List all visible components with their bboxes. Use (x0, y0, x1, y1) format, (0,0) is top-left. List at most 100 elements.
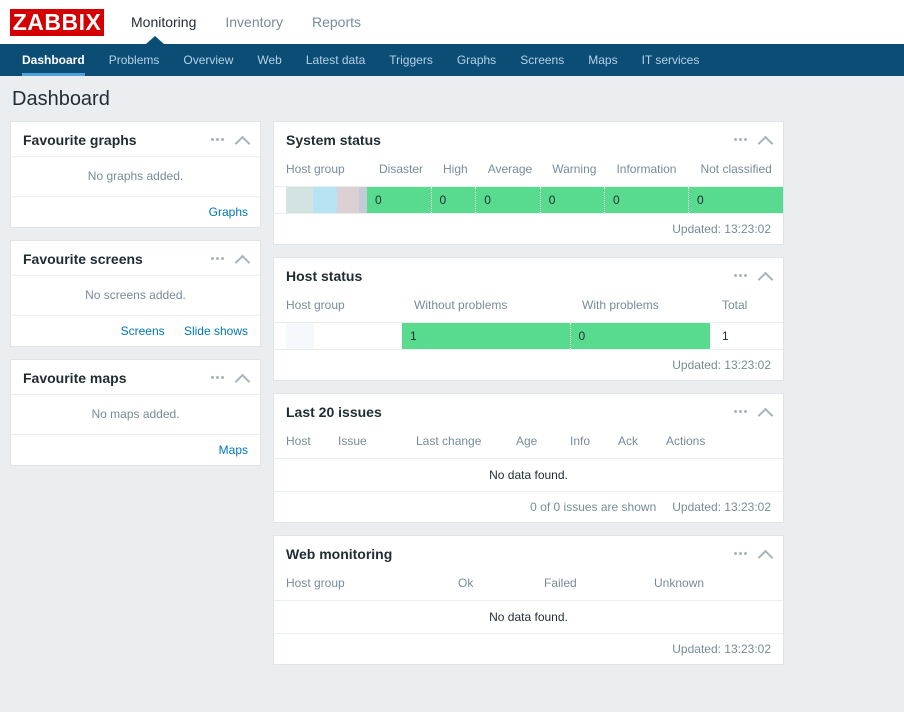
widget-footer: Updated: 13:23:02 (274, 213, 783, 244)
table-header-row: Host group Ok Failed Unknown (274, 570, 783, 601)
col-high[interactable]: High (431, 156, 476, 187)
widget-footer: Updated: 13:23:02 (274, 349, 783, 380)
col-issue[interactable]: Issue (326, 428, 404, 459)
col-ack[interactable]: Ack (606, 428, 654, 459)
chevron-up-icon[interactable] (759, 135, 773, 145)
top-bar: ZABBIX Monitoring Inventory Reports (0, 0, 904, 44)
cell-total[interactable]: 1 (710, 322, 783, 349)
chevron-up-icon[interactable] (759, 549, 773, 559)
link-screens[interactable]: Screens (121, 324, 165, 338)
col-average[interactable]: Average (476, 156, 540, 187)
cell-high[interactable]: 0 (431, 186, 477, 213)
cell-information[interactable]: 0 (604, 186, 689, 213)
widget-body: No screens added. (11, 275, 260, 315)
widget-title: Favourite maps (23, 369, 127, 386)
cell-disaster[interactable]: 0 (367, 186, 432, 213)
chevron-up-icon[interactable] (236, 135, 250, 145)
widget-controls (734, 407, 773, 417)
col-information[interactable]: Information (604, 156, 688, 187)
dashboard-content: Favourite graphs No graphs added. Graphs… (0, 121, 904, 677)
more-options-icon[interactable] (734, 407, 747, 416)
col-host-group[interactable]: Host group (274, 570, 446, 601)
tab-web[interactable]: Web (245, 44, 293, 76)
widget-title: Favourite graphs (23, 131, 137, 148)
col-host-group[interactable]: Host group (274, 156, 367, 187)
chevron-up-icon[interactable] (236, 254, 250, 264)
widget-controls (734, 135, 773, 145)
col-total[interactable]: Total (710, 292, 783, 323)
chevron-up-icon[interactable] (236, 373, 250, 383)
tab-it-services[interactable]: IT services (630, 44, 712, 76)
widget-last-issues: Last 20 issues Host Issue Last change Ag… (273, 393, 784, 523)
widget-controls (211, 373, 250, 383)
col-unknown[interactable]: Unknown (642, 570, 783, 601)
last-issues-table: Host Issue Last change Age Info Ack Acti… (274, 428, 783, 491)
tab-triggers[interactable]: Triggers (377, 44, 445, 76)
tab-problems[interactable]: Problems (97, 44, 172, 76)
nav-item-monitoring[interactable]: Monitoring (131, 14, 196, 30)
col-age[interactable]: Age (504, 428, 558, 459)
right-column: System status Host group Disaster High A… (273, 121, 784, 677)
more-options-icon[interactable] (734, 135, 747, 144)
host-status-table: Host group Without problems With problem… (274, 292, 783, 349)
widget-header: Host status (274, 258, 783, 292)
chevron-up-icon[interactable] (759, 407, 773, 417)
col-with-problems[interactable]: With problems (570, 292, 710, 323)
table-header-row: Host Issue Last change Age Info Ack Acti… (274, 428, 783, 459)
col-info[interactable]: Info (558, 428, 606, 459)
table-row-empty: No data found. (274, 600, 783, 633)
nav-item-reports[interactable]: Reports (312, 14, 361, 30)
cell-without-problems[interactable]: 1 (402, 322, 571, 349)
link-maps[interactable]: Maps (219, 443, 248, 457)
col-failed[interactable]: Failed (532, 570, 642, 601)
col-last-change[interactable]: Last change (404, 428, 504, 459)
link-slide-shows[interactable]: Slide shows (184, 324, 248, 338)
col-host[interactable]: Host (274, 428, 326, 459)
more-options-icon[interactable] (211, 135, 224, 144)
more-options-icon[interactable] (734, 549, 747, 558)
widget-header: Favourite screens (11, 241, 260, 275)
more-options-icon[interactable] (211, 373, 224, 382)
cell-not-classified[interactable]: 0 (688, 186, 783, 213)
nav-item-inventory[interactable]: Inventory (225, 14, 283, 30)
widget-controls (211, 135, 250, 145)
col-disaster[interactable]: Disaster (367, 156, 431, 187)
widget-title: System status (286, 131, 381, 148)
tab-latest-data[interactable]: Latest data (294, 44, 377, 76)
col-actions[interactable]: Actions (654, 428, 783, 459)
widget-title: Web monitoring (286, 545, 393, 562)
widget-body: No graphs added. (11, 156, 260, 196)
more-options-icon[interactable] (734, 271, 747, 280)
col-ok[interactable]: Ok (446, 570, 532, 601)
col-warning[interactable]: Warning (540, 156, 604, 187)
host-group-placeholder (286, 187, 367, 213)
link-graphs[interactable]: Graphs (209, 205, 248, 219)
tab-screens[interactable]: Screens (508, 44, 576, 76)
chevron-up-icon[interactable] (759, 271, 773, 281)
empty-message: No maps added. (91, 407, 180, 421)
table-row: 0 0 0 0 0 0 (274, 186, 783, 213)
widget-footer: Updated: 13:23:02 (274, 633, 783, 664)
zabbix-logo[interactable]: ZABBIX (10, 8, 104, 36)
page-title: Dashboard (12, 88, 110, 110)
tab-graphs[interactable]: Graphs (445, 44, 508, 76)
cell-average[interactable]: 0 (475, 186, 541, 213)
widget-favourite-graphs: Favourite graphs No graphs added. Graphs (10, 121, 261, 228)
more-options-icon[interactable] (211, 254, 224, 263)
cell-with-problems[interactable]: 0 (570, 322, 710, 349)
col-without-problems[interactable]: Without problems (402, 292, 570, 323)
cell-host-group[interactable] (274, 186, 367, 213)
issues-shown-count: 0 of 0 issues are shown (530, 500, 657, 514)
empty-message: No data found. (274, 458, 783, 491)
left-column: Favourite graphs No graphs added. Graphs… (10, 121, 261, 478)
cell-warning[interactable]: 0 (540, 186, 605, 213)
col-not-classified[interactable]: Not classified (688, 156, 783, 187)
col-host-group[interactable]: Host group (274, 292, 402, 323)
nav-pointer-icon (146, 36, 164, 44)
tab-maps[interactable]: Maps (576, 44, 629, 76)
tab-dashboard[interactable]: Dashboard (10, 44, 97, 76)
cell-host-group[interactable] (274, 322, 402, 349)
host-group-placeholder (286, 323, 402, 349)
widget-footer: Graphs (11, 196, 260, 227)
tab-overview[interactable]: Overview (171, 44, 245, 76)
